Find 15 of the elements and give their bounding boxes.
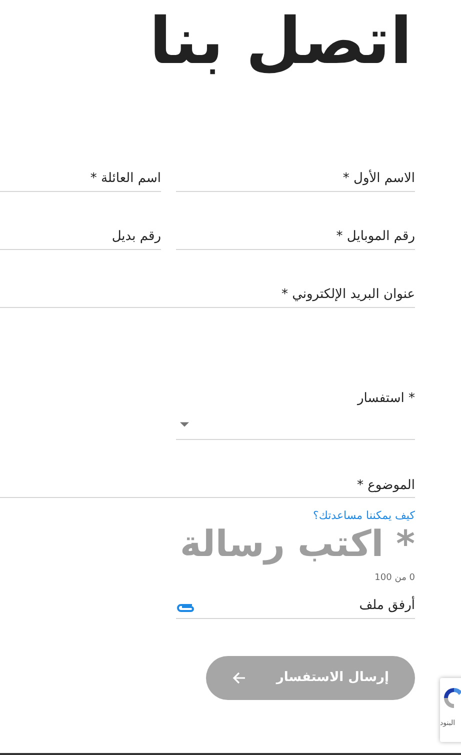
paperclip-icon (176, 602, 194, 612)
char-counter: 0 من 100 (374, 574, 415, 583)
recaptcha-logo-icon (442, 686, 461, 710)
input-field[interactable]: اسم العائلة * (0, 164, 161, 192)
input-field[interactable]: رقم الموبايل * (176, 222, 415, 250)
page-title: اتصل بنا (149, 4, 413, 80)
dropdown-arrow-icon (180, 422, 189, 427)
input-field[interactable]: رقم بديل (0, 222, 161, 250)
help-label: كيف يمكننا مساعدتك؟ (313, 510, 415, 521)
input-field[interactable]: الموضوع * (0, 472, 415, 498)
dropdown-label: * استفسار (356, 392, 415, 408)
input-field[interactable]: عنوان البريد الإلكتروني * (0, 280, 415, 308)
arrow-left-icon (232, 672, 246, 684)
attach-file-field[interactable]: أرفق ملف (176, 587, 415, 619)
input-field[interactable]: الاسم الأول * (176, 164, 415, 192)
